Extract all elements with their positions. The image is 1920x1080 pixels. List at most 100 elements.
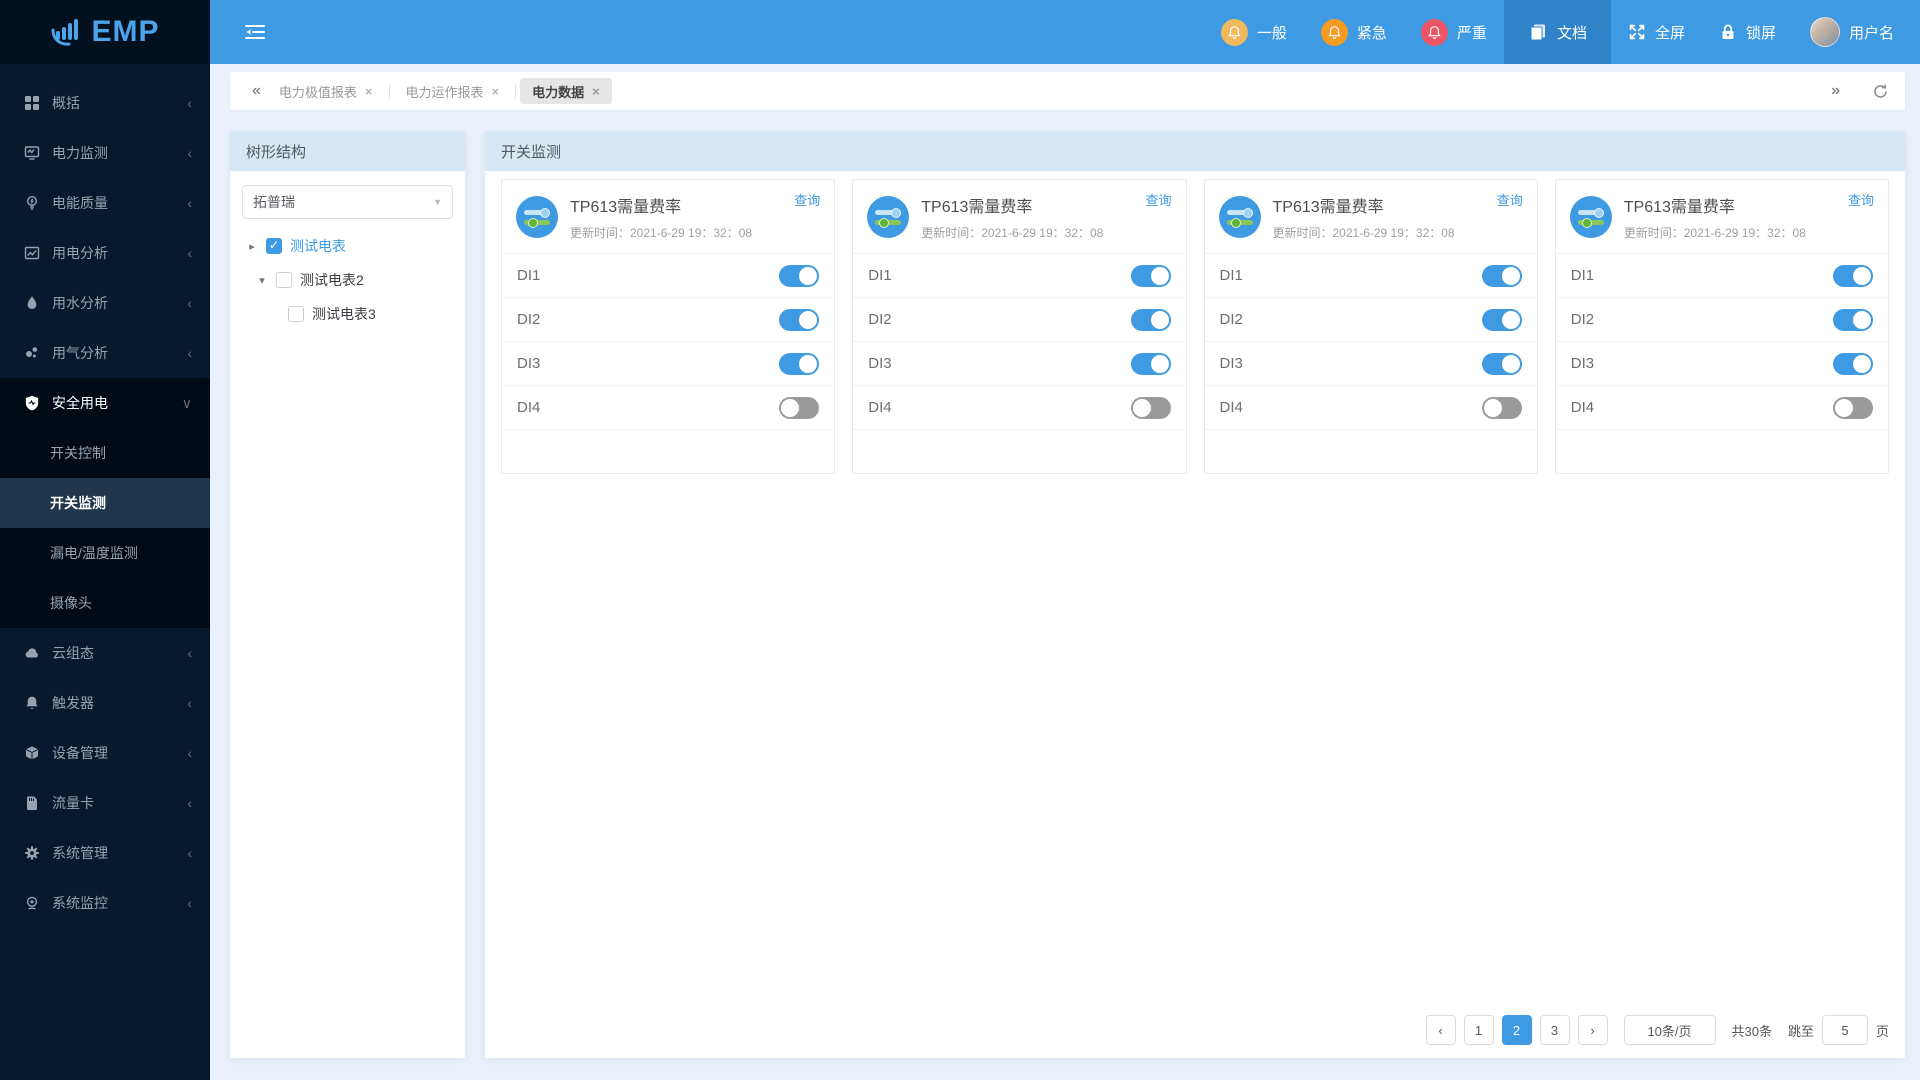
page-title: 开关监测	[501, 143, 562, 161]
tree-expand-icon[interactable]: ▾	[256, 274, 268, 287]
navbar-right-group: 一般 紧急 严重 文档 全屏 锁屏 用户名	[1204, 0, 1920, 64]
jump-page-input[interactable]	[1821, 1015, 1868, 1045]
notif-urgent-label: 紧急	[1356, 24, 1387, 42]
tab-close-icon[interactable]: ×	[365, 84, 373, 99]
nav-item-user[interactable]: 用户名	[1793, 0, 1920, 64]
tree-select[interactable]: 拓普瑞 ▼	[242, 185, 453, 219]
page-size-select[interactable]: 10条/页	[1623, 1015, 1716, 1045]
nav-docs-label: 文档	[1556, 24, 1587, 42]
tab-power-data[interactable]: 电力数据 ×	[520, 78, 612, 104]
pagination-next-button[interactable]: ›	[1577, 1015, 1608, 1045]
monitor-icon	[24, 146, 40, 160]
sidebar-item-label: 用气分析	[52, 345, 108, 361]
di-label: DI4	[517, 399, 541, 416]
pagination-total: 共30条	[1731, 1023, 1772, 1039]
tab-power-operation-report[interactable]: 电力运作报表 ×	[394, 78, 512, 104]
di-toggle[interactable]	[1833, 396, 1873, 419]
sidebar-item-electricity-analysis[interactable]: 用电分析 ‹	[0, 228, 210, 278]
query-link[interactable]: 查询	[1848, 190, 1874, 209]
card-updated-time: 更新时间：2021-6-29 19：32：08	[1272, 226, 1455, 240]
nav-item-docs[interactable]: 文档	[1503, 0, 1611, 64]
sidebar-item-system-management[interactable]: 系统管理 ‹	[0, 828, 210, 878]
pagination-page-3[interactable]: 3	[1539, 1015, 1570, 1045]
refresh-icon[interactable]	[1872, 83, 1889, 100]
tab-close-icon[interactable]: ×	[492, 84, 500, 99]
card-title: TP613需量费率	[1272, 199, 1384, 216]
di-toggle[interactable]	[1833, 352, 1873, 375]
sidebar-item-label: 电力监测	[52, 145, 108, 161]
tree-node-label: 测试电表3	[312, 306, 376, 322]
bell-icon	[1328, 25, 1341, 39]
webcam-icon	[26, 896, 38, 910]
di-toggle[interactable]	[779, 352, 820, 375]
sidebar-item-cloud-config[interactable]: 云组态 ‹	[0, 628, 210, 678]
di-toggle[interactable]	[1130, 264, 1171, 287]
water-drop-icon	[27, 296, 37, 309]
notif-severe[interactable]: 严重	[1404, 0, 1504, 64]
pagination-prev-button[interactable]: ‹	[1425, 1015, 1456, 1045]
sidebar-item-overview[interactable]: 概括 ‹	[0, 78, 210, 128]
sidebar-item-data-card[interactable]: 流量卡 ‹	[0, 778, 210, 828]
di-toggle[interactable]	[779, 264, 820, 287]
tabs-scroll-right-icon[interactable]: »	[1825, 82, 1846, 100]
tab-close-icon[interactable]: ×	[592, 84, 600, 99]
sidebar-item-label: 概括	[52, 95, 80, 111]
collapse-menu-icon[interactable]	[244, 22, 266, 42]
sidebar-subitem-switch-control[interactable]: 开关控制	[0, 428, 210, 478]
di-toggle[interactable]	[1481, 264, 1522, 287]
di-toggle[interactable]	[779, 308, 820, 331]
di-toggle[interactable]	[1833, 264, 1873, 287]
tree-checkbox[interactable]	[288, 306, 304, 322]
di-toggle[interactable]	[1481, 352, 1522, 375]
di-toggle[interactable]	[1481, 308, 1522, 331]
sidebar-menu: 概括 ‹ 电力监测 ‹ 电能质量 ‹ 用电分析 ‹ 用水分析 ‹ 用气分析 ‹	[0, 64, 210, 928]
tab-power-extreme-report[interactable]: 电力极值报表 ×	[267, 78, 385, 104]
di-toggle[interactable]	[1130, 352, 1171, 375]
tab-divider	[388, 83, 390, 99]
sidebar-item-power-quality[interactable]: 电能质量 ‹	[0, 178, 210, 228]
pagination: ‹ 1 2 3 › 10条/页 共30条 跳至 页	[1425, 1015, 1889, 1045]
di-toggle[interactable]	[779, 396, 820, 419]
tree-node-meter3[interactable]: 测试电表3	[230, 297, 465, 331]
di-toggle[interactable]	[1130, 396, 1171, 419]
sidebar-item-safe-electricity[interactable]: 安全用电 ∨	[0, 378, 210, 428]
sidebar-item-label: 系统管理	[52, 845, 108, 861]
sidebar-item-label: 电能质量	[52, 195, 108, 211]
tree-checkbox[interactable]	[266, 238, 282, 254]
nav-item-lock[interactable]: 锁屏	[1702, 0, 1793, 64]
di-toggle[interactable]	[1130, 308, 1171, 331]
sidebar-item-device-management[interactable]: 设备管理 ‹	[0, 728, 210, 778]
tree-node-meter1[interactable]: ▸ 测试电表	[230, 229, 465, 263]
tree-checkbox[interactable]	[276, 272, 292, 288]
di-toggle[interactable]	[1833, 308, 1873, 331]
sidebar-subitem-camera[interactable]: 摄像头	[0, 578, 210, 628]
sidebar-item-system-monitoring[interactable]: 系统监控 ‹	[0, 878, 210, 928]
chevron-left-icon: ‹	[187, 695, 192, 711]
di-row: DI2	[1204, 298, 1537, 342]
tabs-scroll-left-icon[interactable]: «	[246, 82, 267, 100]
sidebar-item-trigger[interactable]: 触发器 ‹	[0, 678, 210, 728]
sidebar-item-power-monitoring[interactable]: 电力监测 ‹	[0, 128, 210, 178]
query-link[interactable]: 查询	[1145, 190, 1171, 209]
device-sliders-icon	[516, 196, 558, 238]
device-card: 查询 TP613需量费率 更新时间：2021-6-29 19：32：08 DI1…	[1554, 179, 1889, 474]
pagination-page-1[interactable]: 1	[1463, 1015, 1494, 1045]
query-link[interactable]: 查询	[794, 190, 820, 209]
pagination-page-2[interactable]: 2	[1501, 1015, 1532, 1045]
sidebar-subitem-label: 摄像头	[50, 595, 92, 611]
tree-node-meter2[interactable]: ▾ 测试电表2	[230, 263, 465, 297]
query-link[interactable]: 查询	[1497, 190, 1523, 209]
pagination-page-unit: 页	[1875, 1023, 1889, 1039]
sidebar-subitem-leakage-temperature[interactable]: 漏电/温度监测	[0, 528, 210, 578]
nav-item-fullscreen[interactable]: 全屏	[1611, 0, 1702, 64]
sidebar-item-water-analysis[interactable]: 用水分析 ‹	[0, 278, 210, 328]
sidebar-subitem-switch-monitoring[interactable]: 开关监测	[0, 478, 210, 528]
notif-general-label: 一般	[1256, 24, 1287, 42]
di-label: DI2	[1570, 311, 1595, 328]
notif-general[interactable]: 一般	[1204, 0, 1304, 64]
gas-bubbles-icon	[26, 347, 38, 358]
notif-urgent[interactable]: 紧急	[1304, 0, 1404, 64]
di-toggle[interactable]	[1481, 396, 1522, 419]
sidebar-item-gas-analysis[interactable]: 用气分析 ‹	[0, 328, 210, 378]
tree-expand-icon[interactable]: ▸	[246, 240, 258, 253]
